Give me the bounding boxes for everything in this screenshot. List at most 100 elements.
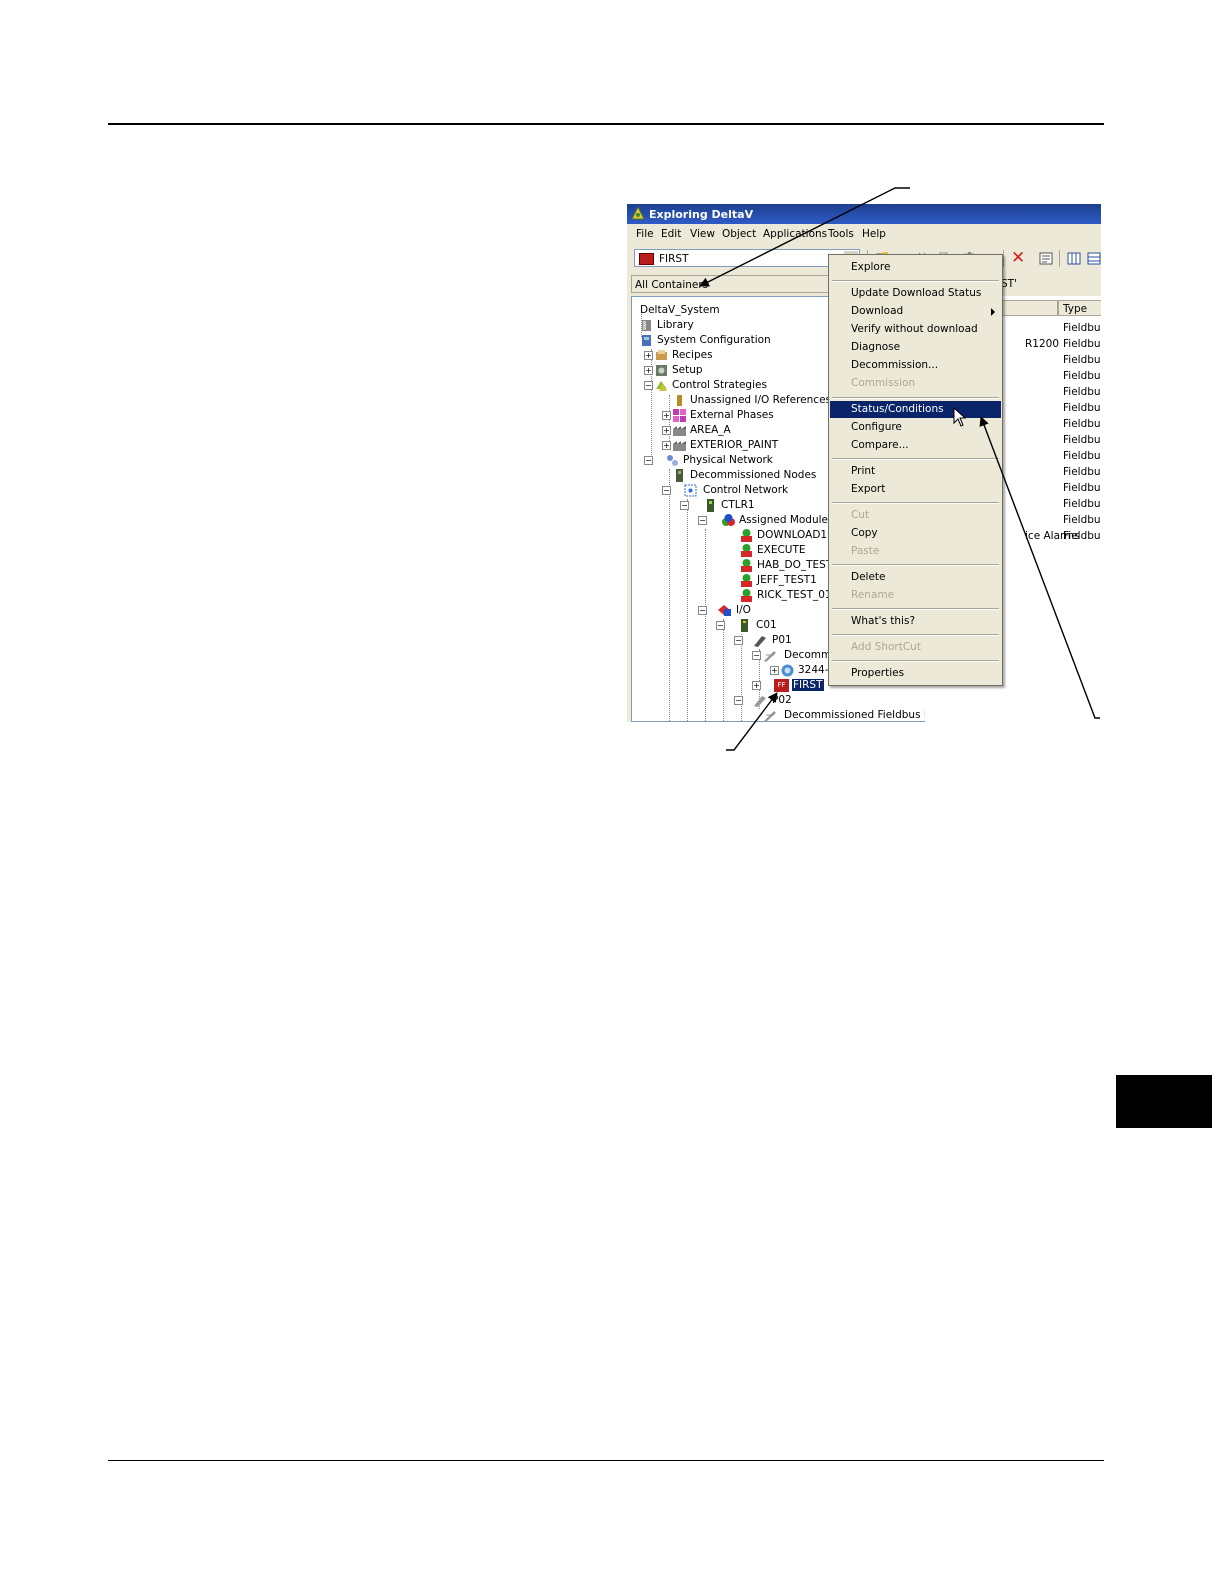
tree-guide-line bbox=[741, 634, 742, 721]
menu-edit[interactable]: Edit bbox=[661, 228, 681, 240]
tree-guide-line bbox=[669, 469, 670, 721]
window-titlebar[interactable]: Exploring DeltaV bbox=[627, 204, 1101, 224]
physical-network-icon bbox=[667, 455, 678, 466]
menu-item-decommission[interactable]: Decommission... bbox=[830, 357, 1001, 374]
list-cell-type[interactable]: Fieldbus bbox=[1063, 338, 1101, 350]
expand-icon[interactable]: + bbox=[752, 681, 761, 690]
expand-icon[interactable]: + bbox=[662, 426, 671, 435]
control-strategies-icon bbox=[656, 381, 667, 391]
menu-item-export[interactable]: Export bbox=[830, 481, 1001, 498]
expand-icon[interactable]: + bbox=[644, 366, 653, 375]
control-network-icon bbox=[684, 484, 697, 497]
list-cell-type[interactable]: Fieldbus bbox=[1063, 530, 1101, 542]
collapse-icon[interactable]: − bbox=[698, 606, 707, 615]
large-icons-view-icon[interactable] bbox=[1067, 252, 1081, 265]
assigned-modules-icon bbox=[722, 514, 735, 526]
collapse-icon[interactable]: − bbox=[752, 651, 761, 660]
menu-separator bbox=[832, 502, 999, 504]
menu-item-properties[interactable]: Properties bbox=[830, 665, 1001, 682]
list-cell-type[interactable]: Fieldbus bbox=[1063, 370, 1101, 382]
collapse-icon[interactable]: − bbox=[698, 516, 707, 525]
list-cell-type[interactable]: Fieldbus bbox=[1063, 418, 1101, 430]
list-cell-fragment: R1200 bbox=[1025, 338, 1060, 350]
menu-item-whats-this[interactable]: What's this? bbox=[830, 613, 1001, 630]
fieldbus-device-icon: FF bbox=[774, 679, 789, 692]
menu-help[interactable]: Help bbox=[862, 228, 886, 240]
section-tab-marker bbox=[1116, 1075, 1212, 1128]
menu-file[interactable]: File bbox=[636, 228, 654, 240]
menu-item-diagnose[interactable]: Diagnose bbox=[830, 339, 1001, 356]
menu-item-commission: Commission bbox=[851, 377, 916, 389]
menu-item-verify-without-download[interactable]: Verify without download bbox=[830, 321, 1001, 338]
unassigned-io-icon bbox=[677, 395, 682, 406]
port-icon bbox=[754, 696, 766, 707]
menu-separator bbox=[832, 660, 999, 662]
menu-separator bbox=[832, 608, 999, 610]
system-configuration-icon bbox=[642, 335, 651, 346]
module-icon bbox=[741, 544, 752, 557]
footer-rule bbox=[108, 1460, 1104, 1461]
collapse-icon[interactable]: − bbox=[644, 456, 653, 465]
context-menu: Explore Update Download Status Download … bbox=[828, 254, 1003, 686]
menu-item-update-download-status[interactable]: Update Download Status bbox=[830, 285, 1001, 302]
collapse-icon[interactable]: − bbox=[716, 621, 725, 630]
expand-icon[interactable]: + bbox=[644, 351, 653, 360]
combo-value: FIRST bbox=[659, 253, 689, 265]
header-rule bbox=[108, 123, 1104, 125]
list-cell-type[interactable]: Fieldbus bbox=[1063, 498, 1101, 510]
properties-icon[interactable] bbox=[1039, 252, 1053, 265]
list-cell-type[interactable]: Fieldbus bbox=[1063, 402, 1101, 414]
menu-item-delete[interactable]: Delete bbox=[830, 569, 1001, 586]
all-containers-label: All Containers bbox=[635, 279, 709, 291]
type-column-header[interactable]: Type bbox=[1058, 300, 1101, 316]
menu-item-compare[interactable]: Compare... bbox=[830, 437, 1001, 454]
menu-item-configure[interactable]: Configure bbox=[830, 419, 1001, 436]
menu-view[interactable]: View bbox=[690, 228, 715, 240]
menu-item-add-shortcut: Add ShortCut bbox=[851, 641, 921, 653]
library-icon bbox=[642, 320, 651, 331]
list-cell-type[interactable]: Fieldbus bbox=[1063, 450, 1101, 462]
expand-icon[interactable]: + bbox=[770, 666, 779, 675]
module-icon bbox=[741, 559, 752, 572]
tree-guide-line bbox=[687, 499, 688, 721]
list-cell-type[interactable]: Fieldbus bbox=[1063, 354, 1101, 366]
list-cell-type[interactable]: Fieldbus bbox=[1063, 322, 1101, 334]
menu-separator bbox=[832, 564, 999, 566]
list-cell-type[interactable]: Fieldbus bbox=[1063, 386, 1101, 398]
expand-icon[interactable]: + bbox=[662, 441, 671, 450]
list-cell-type[interactable]: Fieldbus bbox=[1063, 482, 1101, 494]
list-cell-type[interactable]: Fieldbus bbox=[1063, 466, 1101, 478]
area-icon bbox=[673, 426, 686, 436]
collapse-icon[interactable]: − bbox=[662, 486, 671, 495]
details-view-icon[interactable] bbox=[1087, 252, 1101, 265]
io-icon bbox=[718, 605, 731, 616]
list-cell-type[interactable]: Fieldbus bbox=[1063, 434, 1101, 446]
decommissioned-nodes-icon bbox=[676, 469, 683, 482]
area-icon bbox=[673, 441, 686, 451]
menu-item-download[interactable]: Download bbox=[830, 303, 1001, 320]
menu-applications[interactable]: Applications bbox=[763, 228, 827, 240]
list-cell-type[interactable]: Fieldbus bbox=[1063, 514, 1101, 526]
collapse-icon[interactable]: − bbox=[644, 381, 653, 390]
expand-icon[interactable]: + bbox=[662, 411, 671, 420]
contents-header-text: ST' bbox=[1001, 278, 1017, 290]
collapse-icon[interactable]: − bbox=[734, 636, 743, 645]
window-title: Exploring DeltaV bbox=[649, 208, 754, 221]
module-icon bbox=[741, 529, 752, 542]
object-combo-box[interactable]: FIRST bbox=[634, 249, 860, 267]
menu-object[interactable]: Object bbox=[722, 228, 756, 240]
collapse-icon[interactable]: − bbox=[734, 696, 743, 705]
menu-item-print[interactable]: Print bbox=[830, 463, 1001, 480]
recipes-icon bbox=[656, 350, 667, 360]
menu-tools[interactable]: Tools bbox=[828, 228, 854, 240]
menu-item-status-conditions[interactable]: Status/Conditions bbox=[830, 401, 1001, 418]
tree-guide-line bbox=[705, 529, 706, 721]
menu-item-copy[interactable]: Copy bbox=[830, 525, 1001, 542]
menu-item-explore[interactable]: Explore bbox=[830, 259, 1001, 276]
menu-separator bbox=[832, 280, 999, 282]
collapse-icon[interactable]: − bbox=[680, 501, 689, 510]
module-icon bbox=[741, 589, 752, 602]
menu-item-paste: Paste bbox=[851, 545, 880, 557]
submenu-arrow-icon bbox=[991, 308, 995, 316]
delete-icon[interactable]: ✕ bbox=[1011, 248, 1025, 268]
